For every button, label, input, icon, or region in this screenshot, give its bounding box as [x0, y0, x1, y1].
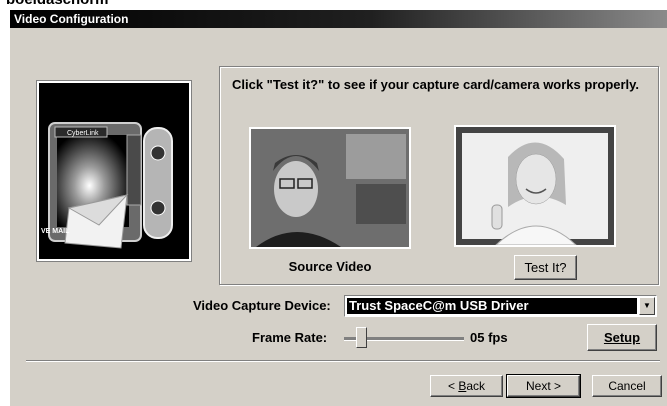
- back-prefix: <: [447, 379, 459, 393]
- instructions-text: Click "Test it?" to see if your capture …: [232, 77, 640, 92]
- separator: [26, 360, 660, 362]
- capture-device-value: Trust SpaceC@m USB Driver: [347, 298, 637, 314]
- page-top-text: boeidaschorm: [6, 0, 109, 8]
- source-video-label: Source Video: [288, 259, 372, 274]
- back-button[interactable]: < Back: [430, 375, 503, 397]
- test-panel: Click "Test it?" to see if your capture …: [219, 66, 659, 285]
- frame-rate-value: 05 fps: [470, 330, 508, 345]
- capture-device-label: Video Capture Device:: [193, 298, 331, 313]
- test-it-button[interactable]: Test It?: [514, 255, 577, 280]
- frame-rate-slider-thumb[interactable]: [356, 327, 367, 348]
- product-illustration: CyberLink VE MAIL: [36, 80, 192, 262]
- device-illustration-image: CyberLink VE MAIL: [39, 83, 189, 259]
- video-configuration-dialog: Video Configuration CyberLink VE MAIL Cl…: [9, 9, 667, 406]
- brand-text: CyberLink: [67, 130, 99, 137]
- setup-label: Setup: [603, 330, 641, 345]
- source-video-image: [251, 129, 409, 247]
- dialog-title: Video Configuration: [10, 10, 667, 28]
- cancel-button[interactable]: Cancel: [592, 375, 662, 397]
- back-label: ack: [466, 379, 486, 393]
- capture-device-dropdown[interactable]: Trust SpaceC@m USB Driver ▼: [344, 295, 657, 317]
- preview-video-frame: [454, 125, 616, 247]
- setup-button[interactable]: Setup: [587, 324, 657, 351]
- chevron-down-icon[interactable]: ▼: [639, 297, 655, 315]
- next-button[interactable]: Next >: [506, 374, 581, 398]
- preview-video-image: [456, 127, 614, 245]
- caption-text: VE MAIL: [41, 228, 70, 235]
- frame-rate-label: Frame Rate:: [252, 330, 328, 345]
- source-video-frame: [249, 127, 411, 249]
